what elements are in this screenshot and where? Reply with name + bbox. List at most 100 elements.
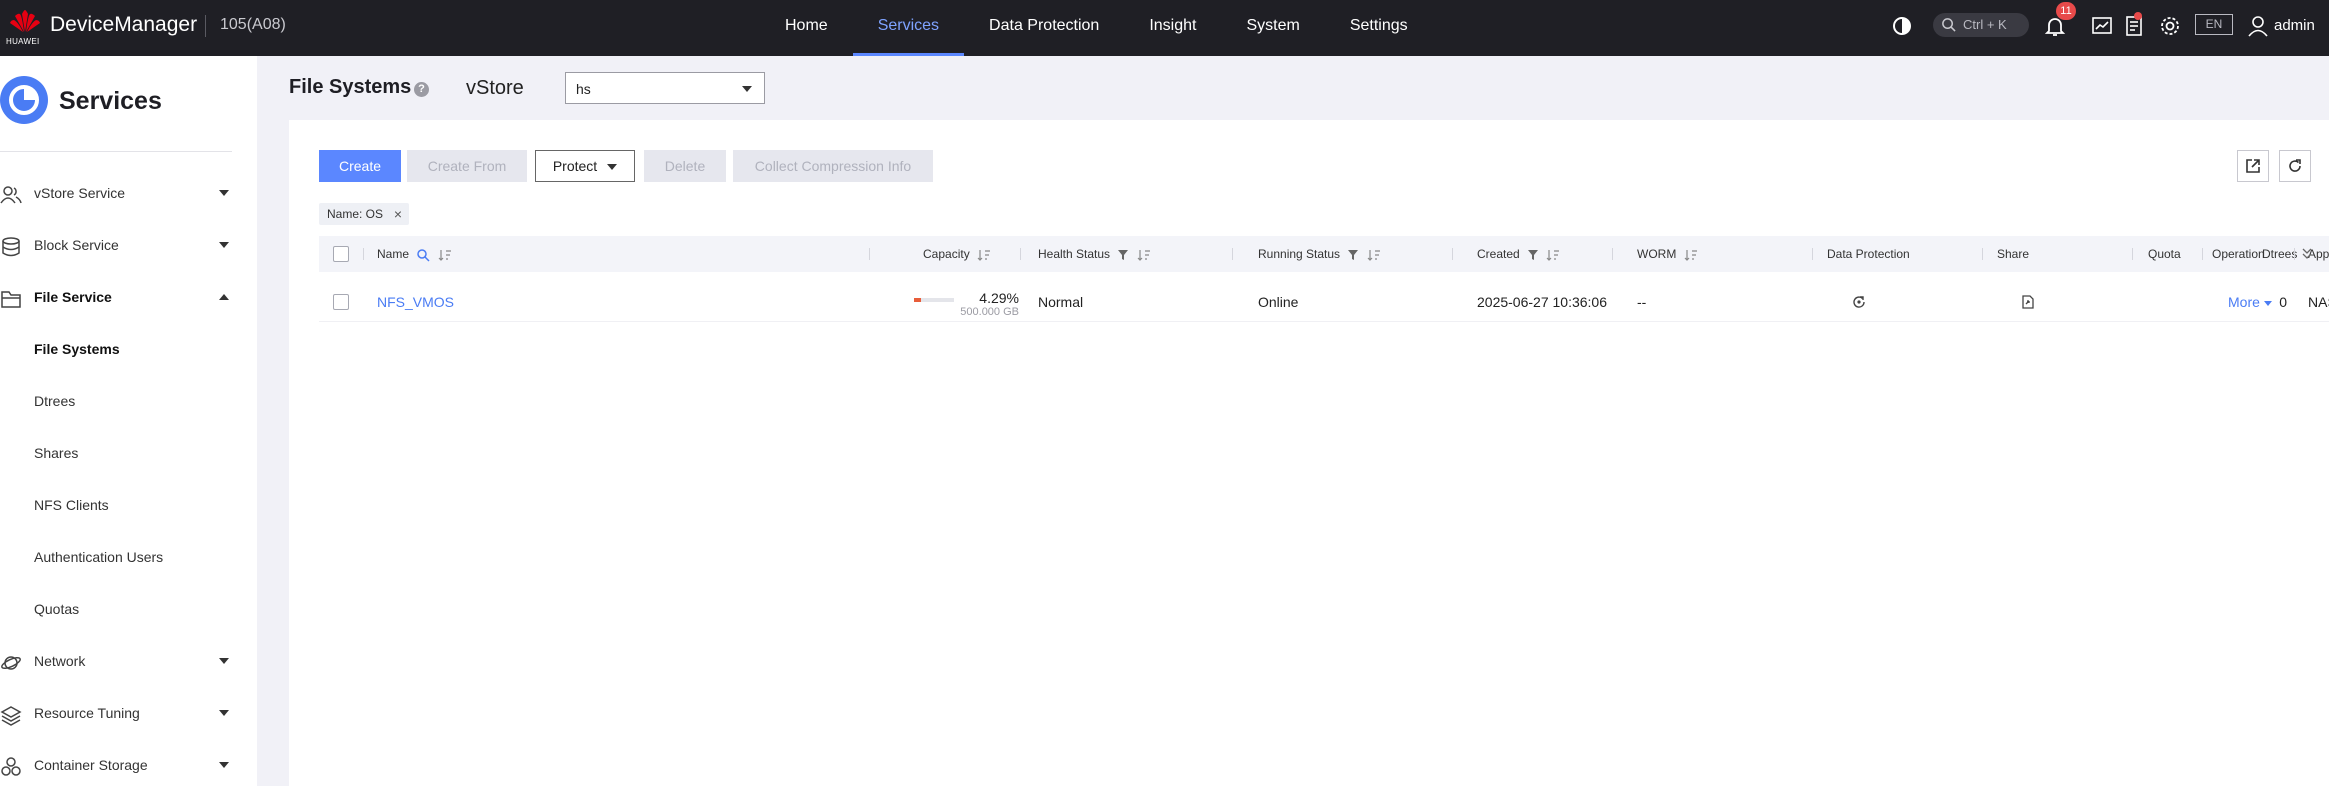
create-from-button[interactable]: Create From <box>407 150 527 182</box>
column-divider <box>1812 248 1813 260</box>
vstore-select[interactable]: hs <box>565 72 765 104</box>
created-time: 2025-06-27 10:36:06 <box>1477 294 1607 310</box>
page-title: File Systems <box>289 76 412 98</box>
planet-icon <box>1 656 21 670</box>
nav-home[interactable]: Home <box>760 0 853 56</box>
search-shortcut: Ctrl + K <box>1963 17 2007 32</box>
search-icon[interactable] <box>416 248 430 262</box>
file-systems-panel: Create Create From Protect Delete Collec… <box>289 120 2329 786</box>
chevron-down-icon <box>219 762 229 768</box>
layers-icon <box>0 706 22 726</box>
health-status: Normal <box>1038 294 1084 310</box>
chevron-down-icon <box>607 164 618 171</box>
sidebar-item-label: Resource Tuning <box>34 705 140 721</box>
sidebar-item-vstore-service[interactable]: vStore Service <box>0 174 257 214</box>
sidebar-subitem-label: Authentication Users <box>34 549 164 565</box>
gear-icon[interactable] <box>2158 14 2182 38</box>
sidebar-subitem-file-systems[interactable]: File Systems <box>0 330 257 370</box>
sidebar-subitem-nfs-clients[interactable]: NFS Clients <box>0 486 257 526</box>
export-icon <box>2246 159 2260 173</box>
column-header-health-status[interactable]: Health Status <box>1038 236 1151 272</box>
top-nav: Home Services Data Protection Insight Sy… <box>760 0 1433 56</box>
nav-services[interactable]: Services <box>852 0 965 56</box>
column-header-worm[interactable]: WORM <box>1637 236 1698 272</box>
sidebar-item-label: File Service <box>34 289 112 305</box>
sidebar-subitem-quotas[interactable]: Quotas <box>0 590 257 630</box>
column-header-created[interactable]: Created <box>1477 236 1560 272</box>
export-button[interactable] <box>2237 150 2269 182</box>
column-header-label: Name <box>377 247 410 261</box>
sidebar-subitem-dtrees[interactable]: Dtrees <box>0 382 257 422</box>
create-button[interactable]: Create <box>319 150 401 182</box>
sidebar-header: Services <box>0 76 232 152</box>
protect-button[interactable]: Protect <box>535 150 635 182</box>
tasks-dot <box>2134 12 2142 20</box>
nav-settings[interactable]: Settings <box>1325 0 1433 56</box>
user-icon <box>2248 16 2268 37</box>
filter-icon[interactable] <box>1117 249 1129 261</box>
column-divider <box>1982 248 1983 260</box>
filter-icon[interactable] <box>1347 249 1359 261</box>
filter-tag: Name: OS × <box>319 203 410 225</box>
sidebar-subitem-label: Quotas <box>34 601 80 617</box>
sidebar-item-resource-tuning[interactable]: Resource Tuning <box>0 694 257 734</box>
column-divider <box>2294 248 2295 260</box>
theme-toggle-icon[interactable] <box>1890 14 1914 38</box>
delete-button[interactable]: Delete <box>644 150 726 182</box>
filter-icon[interactable] <box>1527 249 1539 261</box>
sort-icon[interactable] <box>438 249 452 261</box>
nav-insight[interactable]: Insight <box>1124 0 1221 56</box>
refresh-button[interactable] <box>2279 150 2311 182</box>
capacity-percent: 4.29% <box>979 290 1019 306</box>
monitor-chart-icon[interactable] <box>2090 14 2114 38</box>
column-header-running-status[interactable]: Running Status <box>1258 236 1381 272</box>
share-icon[interactable] <box>2020 294 2036 310</box>
sidebar-title: Services <box>59 87 162 115</box>
sidebar-item-file-service[interactable]: File Service <box>0 278 257 318</box>
sort-icon[interactable] <box>1367 249 1381 261</box>
collect-compression-info-button[interactable]: Collect Compression Info <box>733 150 933 182</box>
sort-icon[interactable] <box>977 249 991 261</box>
language-switch[interactable]: EN <box>2195 14 2233 35</box>
column-header-dtrees: Dtrees <box>2262 247 2298 261</box>
sort-icon[interactable] <box>1684 249 1698 261</box>
more-label: More <box>2228 294 2260 310</box>
column-header-operation: Operation <box>2212 247 2265 261</box>
sidebar-item-label: vStore Service <box>34 185 126 201</box>
sidebar-item-network[interactable]: Network <box>0 642 257 682</box>
sidebar-item-container-storage[interactable]: Container Storage <box>0 746 257 786</box>
running-status: Online <box>1258 294 1299 310</box>
help-icon[interactable]: ? <box>414 82 429 97</box>
nav-data-protection[interactable]: Data Protection <box>964 0 1124 56</box>
column-divider <box>869 248 870 260</box>
sidebar-item-block-service[interactable]: Block Service <box>0 226 257 266</box>
brand-text: HUAWEI <box>6 37 40 46</box>
column-header-label: Capacity <box>923 247 970 261</box>
more-operations-button[interactable]: More <box>2228 282 2272 322</box>
column-header-capacity[interactable]: Capacity <box>923 236 991 272</box>
sidebar-subitem-shares[interactable]: Shares <box>0 434 257 474</box>
column-header-label: Running Status <box>1258 247 1341 261</box>
hexagons-icon <box>1 757 21 776</box>
nav-system[interactable]: System <box>1221 0 1324 56</box>
sort-icon[interactable] <box>1546 249 1560 261</box>
users-icon <box>0 186 22 204</box>
select-all-checkbox[interactable] <box>333 246 349 262</box>
sidebar-item-label: Block Service <box>34 237 119 253</box>
sidebar-subitem-authentication-users[interactable]: Authentication Users <box>0 538 257 578</box>
sort-icon[interactable] <box>1137 249 1151 261</box>
table-row[interactable]: NFS_VMOS 4.29% 500.000 GB Normal Online … <box>319 282 2329 322</box>
data-protection-icon[interactable] <box>1851 294 1867 310</box>
sidebar-subitem-label: Shares <box>34 445 79 461</box>
column-header-label: Health Status <box>1038 247 1111 261</box>
global-search-button[interactable]: Ctrl + K <box>1933 13 2029 37</box>
row-checkbox[interactable] <box>333 294 349 310</box>
column-header-name[interactable]: Name <box>377 236 452 272</box>
close-icon[interactable]: × <box>394 203 402 225</box>
chevron-down-icon <box>2263 300 2272 306</box>
file-system-name-link[interactable]: NFS_VMOS <box>377 282 454 322</box>
chevron-down-icon <box>219 190 229 196</box>
column-header-quota: Quota <box>2148 247 2181 261</box>
column-settings-button[interactable] <box>2298 236 2318 272</box>
sidebar: Services vStore Service Block Service Fi… <box>0 56 257 786</box>
